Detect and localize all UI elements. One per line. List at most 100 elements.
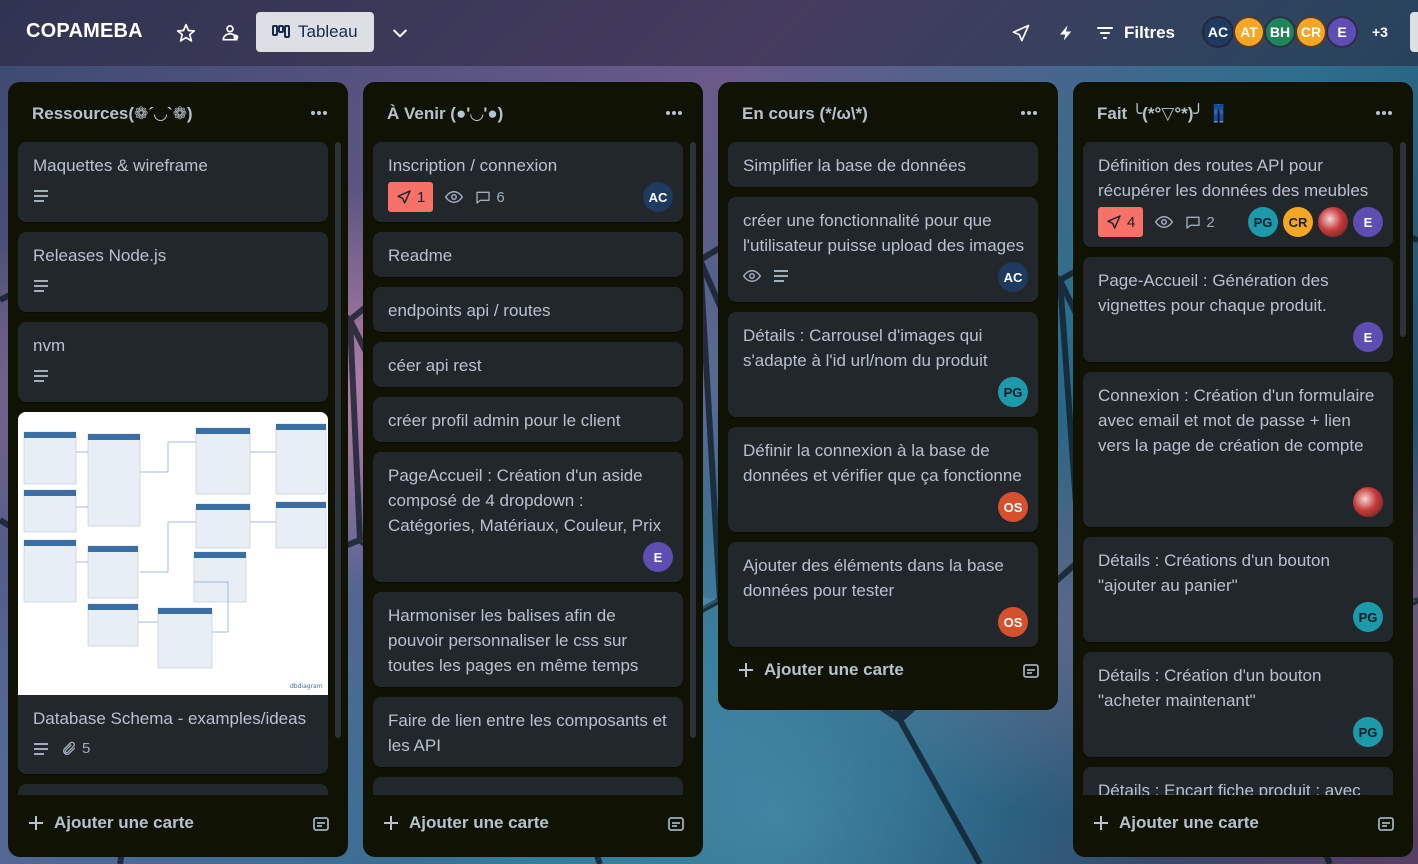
card[interactable]: Définition des routes API pour récupérer… [1083,142,1393,247]
card[interactable]: Simplifier la base de données [728,142,1038,187]
list-fait: Fait ╰(*°▽°*)╯ 👖 Définition des routes A… [1073,82,1413,857]
card[interactable]: Harmoniser les balises afin de pouvoir p… [373,592,683,687]
card-member-avatar[interactable]: PG [1353,602,1383,632]
star-icon [176,23,196,42]
card-member-avatar[interactable]: CR [1283,207,1313,237]
board-members: AC AT BH CR E [1202,16,1358,48]
list-menu-button[interactable] [1375,100,1393,121]
add-card-button[interactable]: Ajouter une carte [383,813,549,833]
checklist-count: 4 [1127,213,1136,231]
list-title[interactable]: Fait ╰(*°▽°*)╯ 👖 [1097,104,1230,124]
card-title: Faire de lien entre les composants et le… [388,711,667,755]
list-title[interactable]: Ressources(❁´◡`❁) [32,104,193,124]
more-icon [311,111,327,115]
card-list: Définition des routes API pour récupérer… [1083,142,1393,795]
dbdiagram-watermark: dbdiagram [290,683,323,690]
card-title: céer api rest [388,356,482,375]
list-menu-button[interactable] [1020,100,1038,121]
card[interactable]: Détails : Carrousel d'images qui s'adapt… [728,312,1038,417]
template-icon [668,817,684,831]
board-view-label: Tableau [298,22,358,41]
member-avatar[interactable]: BH [1264,16,1296,48]
card-title: Ajouter des éléments dans la base donnée… [743,556,1004,600]
star-button[interactable] [170,17,202,49]
workspace-visibility-button[interactable] [214,17,246,49]
board-header: COPAMEBA Tableau Filtres AC AT BH CR E +… [0,0,1418,66]
card-title: Détails : Carrousel d'images qui s'adapt… [743,326,988,370]
card-title: Harmoniser les balises afin de pouvoir p… [388,606,639,675]
card[interactable] [18,784,328,795]
create-from-template-button[interactable] [667,815,685,838]
card-member-photo-avatar[interactable] [1318,207,1348,237]
description-icon [34,280,48,292]
card-member-avatar[interactable]: OS [998,607,1028,637]
list-scrollbar[interactable] [1400,142,1406,337]
card-member-avatar[interactable]: PG [1353,717,1383,747]
card[interactable]: dbdiagram Database Schema - examples/ide… [18,412,328,774]
view-switcher-button[interactable] [384,17,416,49]
list-title[interactable]: À Venir (●'◡'●) [387,104,503,124]
card[interactable] [373,777,683,795]
card-member-avatar[interactable]: PG [998,377,1028,407]
add-card-button[interactable]: Ajouter une carte [28,813,194,833]
comments-badge: 6 [475,189,505,206]
member-avatar[interactable]: CR [1295,16,1327,48]
board-view-button[interactable]: Tableau [256,12,374,52]
card[interactable]: Détails : Création d'un bouton "acheter … [1083,652,1393,757]
power-ups-button[interactable] [1005,17,1037,49]
card-member-avatar[interactable]: E [1353,322,1383,352]
chevron-down-icon [393,29,407,38]
card[interactable]: PageAccueil : Création d'un aside compos… [373,452,683,582]
card-member-avatar[interactable]: E [1353,207,1383,237]
more-members-count[interactable]: +3 [1372,24,1388,40]
list-menu-button[interactable] [310,100,328,121]
create-from-template-button[interactable] [312,815,330,838]
card[interactable]: Maquettes & wireframe [18,142,328,222]
card-member-photo-avatar[interactable] [1353,487,1383,517]
card-member-avatar[interactable]: PG [1248,207,1278,237]
card-member-avatar[interactable]: OS [998,492,1028,522]
card[interactable]: Inscription / connexion 1 6 AC [373,142,683,222]
card-list: Maquettes & wireframe Releases Node.js n… [18,142,328,795]
card[interactable]: Readme [373,232,683,277]
member-avatar[interactable]: AC [1202,16,1234,48]
list-en-cours: En cours (*/ω\*) Simplifier la base de d… [718,82,1058,710]
card[interactable]: Faire de lien entre les composants et le… [373,697,683,767]
automation-button[interactable] [1050,17,1082,49]
card-list: Inscription / connexion 1 6 AC Readme en… [373,142,683,795]
create-from-template-button[interactable] [1022,662,1040,685]
list-scrollbar[interactable] [690,142,696,738]
board-title[interactable]: COPAMEBA [26,20,143,43]
member-avatar[interactable]: E [1326,16,1358,48]
card[interactable]: Ajouter des éléments dans la base donnée… [728,542,1038,647]
list-menu-button[interactable] [665,100,683,121]
filters-button[interactable]: Filtres [1096,16,1175,50]
member-avatar[interactable]: AT [1233,16,1265,48]
card[interactable]: Connexion : Création d'un formulaire ave… [1083,372,1393,527]
card[interactable]: Détails : Créations d'un bouton "ajouter… [1083,537,1393,642]
share-button[interactable] [1410,12,1418,52]
add-card-button[interactable]: Ajouter une carte [1093,813,1259,833]
card[interactable]: endpoints api / routes [373,287,683,332]
card-title: créer profil admin pour le client [388,411,621,430]
card[interactable]: créer une fonctionnalité pour que l'util… [728,197,1038,302]
add-card-button[interactable]: Ajouter une carte [738,660,904,680]
card-member-avatar[interactable]: AC [998,262,1028,292]
card[interactable]: nvm [18,322,328,402]
card[interactable]: Page-Accueil : Génération des vignettes … [1083,257,1393,362]
list-title[interactable]: En cours (*/ω\*) [742,104,868,124]
description-icon [774,270,788,282]
card[interactable]: Détails : Encart fiche produit : avec [1083,767,1393,795]
card[interactable]: Définir la connexion à la base de donnée… [728,427,1038,532]
card[interactable]: Releases Node.js [18,232,328,312]
workspace-visibility-icon [222,25,239,41]
create-from-template-button[interactable] [1377,815,1395,838]
eye-icon [743,269,761,283]
power-ups-icon [1012,24,1030,42]
database-schema-image: dbdiagram [18,412,328,695]
card-member-avatar[interactable]: AC [643,182,673,212]
card[interactable]: créer profil admin pour le client [373,397,683,442]
list-scrollbar[interactable] [335,142,341,738]
card-member-avatar[interactable]: E [643,542,673,572]
card[interactable]: céer api rest [373,342,683,387]
